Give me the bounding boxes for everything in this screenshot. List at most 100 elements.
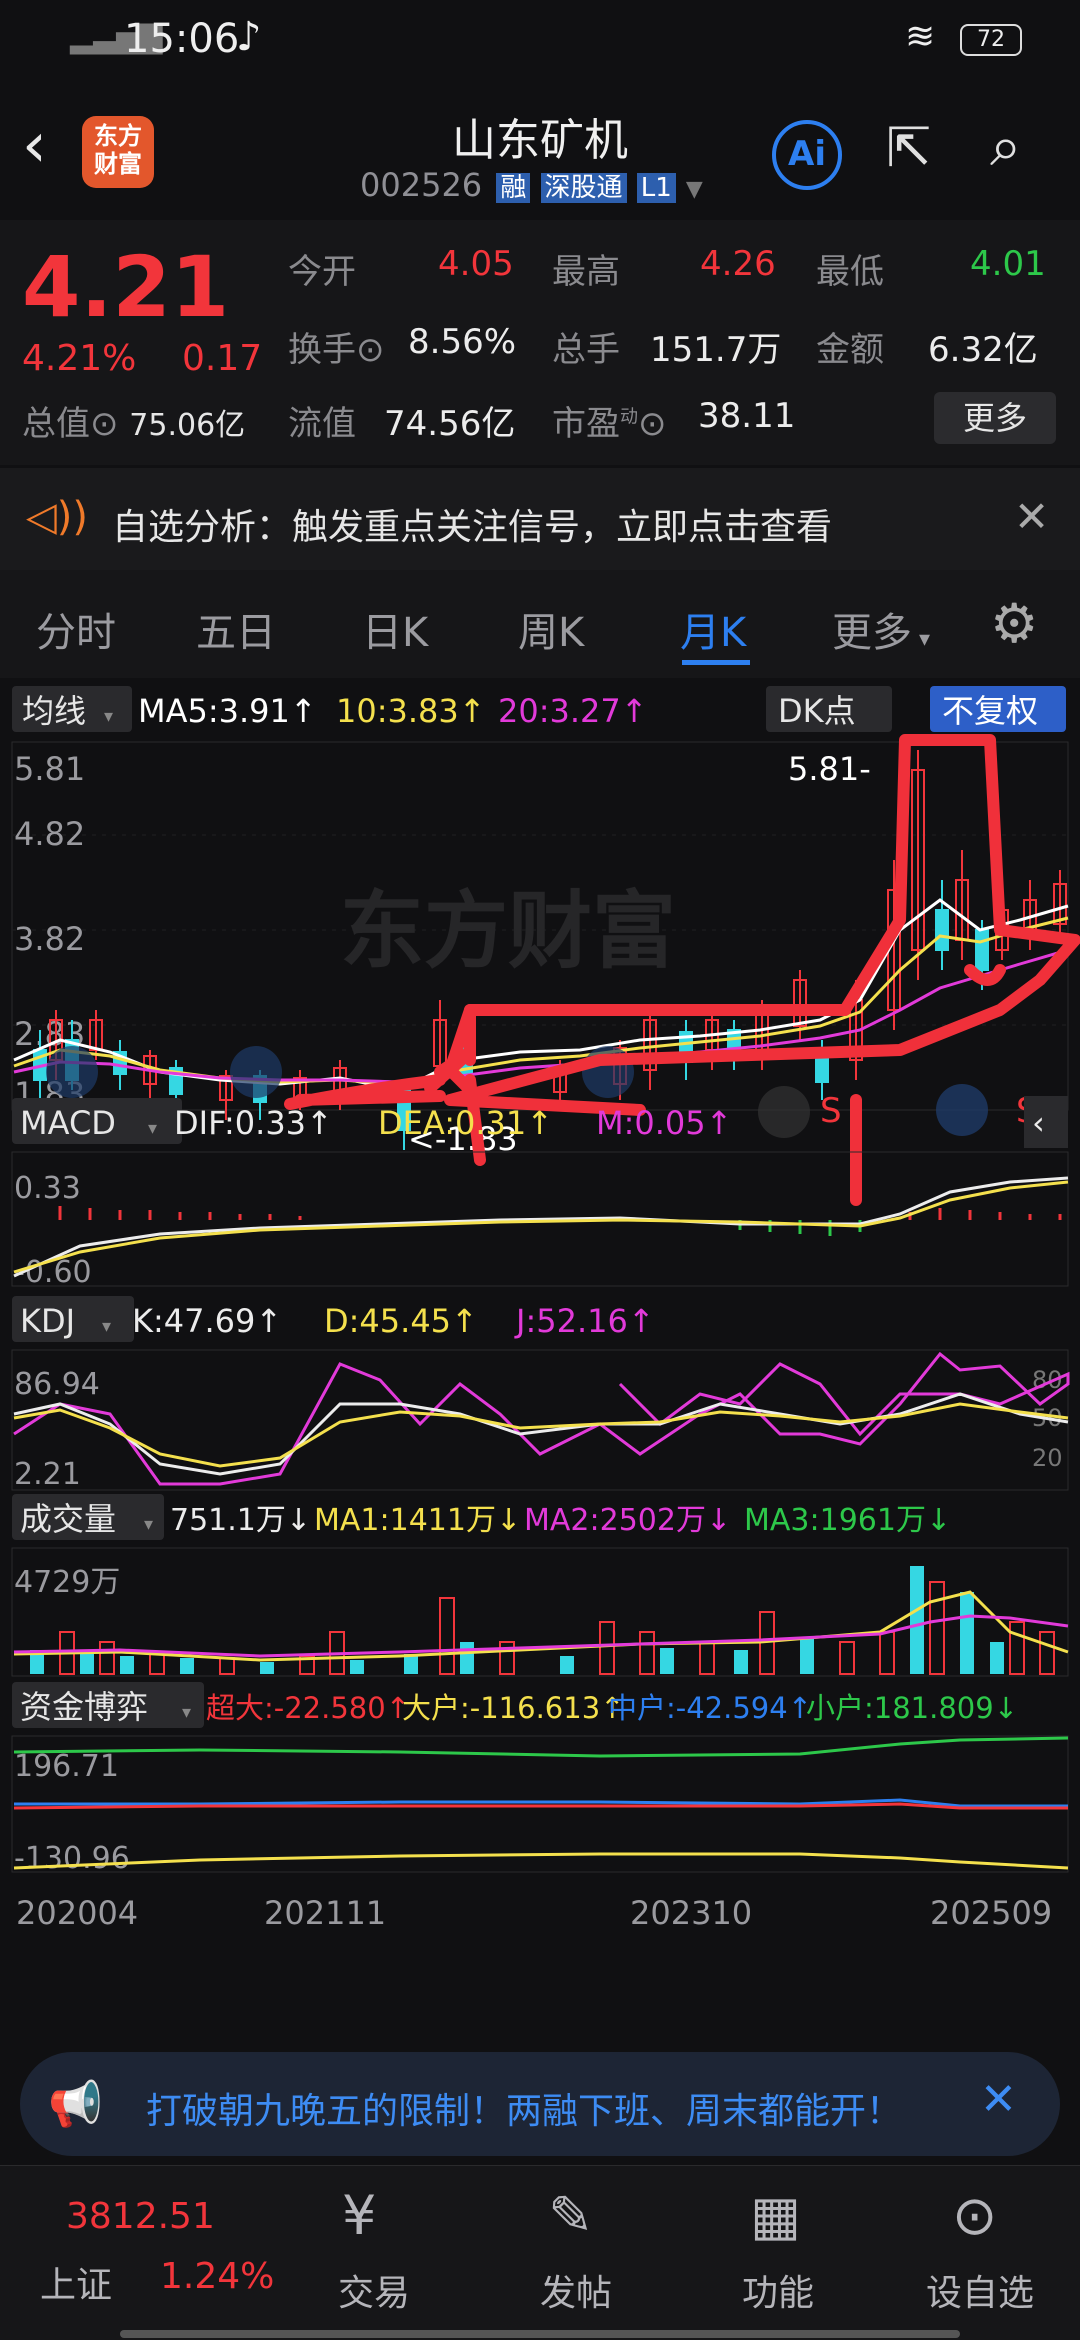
fund-label: 资金博弈 bbox=[20, 1688, 148, 1726]
fund-mid: 中户:-42.594↑ bbox=[608, 1691, 812, 1725]
fund-dropdown-icon: ▾ bbox=[182, 1702, 191, 1723]
volume-value: 751.1万↓ bbox=[170, 1503, 311, 1538]
low-value: 4.01 bbox=[970, 244, 1046, 284]
collapse-button[interactable] bbox=[1024, 1096, 1068, 1148]
ai-button[interactable]: Ai bbox=[772, 120, 842, 190]
close-icon[interactable]: ✕ bbox=[1014, 492, 1049, 541]
macd-dea: DEA:0.31↑ bbox=[378, 1104, 553, 1142]
fund-super: 超大:-22.580↑ bbox=[206, 1691, 410, 1725]
share-icon[interactable]: ⇱ bbox=[886, 116, 931, 179]
fund-big: 大户:-116.613↑ bbox=[402, 1691, 624, 1725]
kdj-bottom: 2.21 bbox=[14, 1457, 81, 1492]
active-tab-indicator bbox=[682, 660, 750, 665]
high-label: 最高 bbox=[552, 252, 620, 292]
index-name: 上证 bbox=[40, 2265, 113, 2306]
battery-icon: 72 bbox=[960, 24, 1022, 56]
sell-mark: S bbox=[820, 1091, 842, 1131]
chevron-left-icon: ‹ bbox=[1032, 1104, 1045, 1142]
x-tick: 202310 bbox=[630, 1894, 752, 1932]
macd-dif: DIF:0.33↑ bbox=[174, 1104, 333, 1142]
stock-code: 002526 bbox=[360, 166, 483, 204]
volume-dropdown-icon: ▾ bbox=[144, 1514, 153, 1535]
margin-badge: 融 bbox=[496, 173, 531, 203]
close-icon[interactable]: ✕ bbox=[980, 2074, 1017, 2125]
ma20-value: 20:3.27↑ bbox=[498, 692, 648, 730]
kdj-label: KDJ bbox=[20, 1302, 75, 1340]
quote-panel: 4.21 4.21% 0.17 总值⊙ 75.06亿 今开 4.05 最高 4.… bbox=[0, 220, 1080, 465]
volume-ma2: MA2:2502万↓ bbox=[524, 1503, 731, 1538]
float-value: 74.56亿 bbox=[384, 404, 516, 444]
ma5-value: MA5:3.91↑ bbox=[138, 692, 317, 730]
kdj-ref-20: 20 bbox=[1032, 1444, 1063, 1472]
tab-weekly-k[interactable]: 周K bbox=[518, 600, 584, 658]
x-tick: 202509 bbox=[930, 1894, 1052, 1932]
tab-five-day[interactable]: 五日 bbox=[196, 600, 276, 658]
more-button[interactable]: 更多 bbox=[934, 392, 1056, 444]
volume-label: 成交量 bbox=[20, 1500, 116, 1538]
x-tick: 202111 bbox=[264, 1894, 386, 1932]
kdj-j: J:52.16↑ bbox=[514, 1302, 655, 1340]
macd-dropdown-icon: ▾ bbox=[148, 1118, 157, 1139]
index-change: 1.24% bbox=[160, 2256, 275, 2297]
amount-label: 金额 bbox=[816, 330, 884, 370]
fullscreen-button[interactable] bbox=[936, 1084, 988, 1136]
stock-code-row[interactable]: 002526 融 深股通 L1 ▼ bbox=[360, 166, 703, 204]
open-label: 今开 bbox=[288, 252, 356, 292]
search-icon[interactable]: ⌕ bbox=[990, 114, 1021, 180]
promo-banner[interactable]: 📢 打破朝九晚五的限制！两融下班、周末都能开！ ✕ bbox=[20, 2052, 1060, 2156]
analysis-notice[interactable]: ◁)) 自选分析：触发重点关注信号，立即点击查看 ✕ bbox=[0, 468, 1080, 570]
home-indicator bbox=[120, 2330, 960, 2338]
back-icon[interactable]: ‹ bbox=[22, 108, 47, 181]
level-badge: L1 bbox=[636, 173, 676, 203]
tab-monthly-k[interactable]: 月K bbox=[680, 600, 746, 658]
macd-label: MACD bbox=[20, 1104, 116, 1142]
tab-intraday[interactable]: 分时 bbox=[36, 600, 116, 658]
zoom-out-button[interactable] bbox=[230, 1046, 282, 1098]
yen-icon: ¥ bbox=[342, 2184, 377, 2247]
change-amount: 0.17 bbox=[182, 338, 263, 379]
tab-more[interactable]: 更多 ▾ bbox=[832, 600, 930, 658]
speaker-icon: ◁)) bbox=[26, 494, 88, 540]
megaphone-icon: 📢 bbox=[48, 2079, 103, 2130]
last-price: 4.21 bbox=[22, 238, 230, 336]
pe-value: 38.11 bbox=[698, 396, 796, 436]
watermark: 东方财富 bbox=[340, 882, 676, 980]
app-screen: ▂▃▅▇ 15:06 ♪ ≋ 72 ‹ 东方 财富 山东矿机 002526 融 … bbox=[0, 0, 1080, 2340]
stock-name: 山东矿机 bbox=[452, 115, 628, 166]
kdj-top: 86.94 bbox=[14, 1367, 100, 1402]
kdj-k: K:47.69↑ bbox=[132, 1302, 282, 1340]
volume-label: 总手 bbox=[552, 330, 620, 370]
turnover-label: 换手⊙ bbox=[288, 330, 385, 370]
volume-ma3: MA3:1961万↓ bbox=[744, 1503, 951, 1538]
more-dots-icon: ⊙ bbox=[952, 2184, 998, 2247]
x-tick: 202004 bbox=[16, 1894, 138, 1932]
scroll-right-button[interactable] bbox=[758, 1086, 810, 1138]
dk-label: DK点 bbox=[778, 692, 856, 730]
wifi-icon: ≋ bbox=[905, 16, 936, 57]
fund-small: 小户:181.809↓ bbox=[806, 1691, 1018, 1725]
tab-daily-k[interactable]: 日K bbox=[362, 600, 428, 658]
macd-top: 0.33 bbox=[14, 1171, 81, 1206]
scroll-left-button[interactable] bbox=[46, 1046, 98, 1098]
chart-area: 东方财富 均线 ▾ MA5:3.91↑ 10:3.83↑ 20:3.27↑ DK… bbox=[0, 680, 1080, 2040]
y-tick: 5.81 bbox=[14, 750, 85, 788]
notice-text: 自选分析：触发重点关注信号，立即点击查看 bbox=[112, 507, 833, 548]
kdj-d: D:45.45↑ bbox=[324, 1302, 478, 1340]
status-time: 15:06 bbox=[124, 16, 240, 62]
ma-dropdown-icon: ▾ bbox=[104, 706, 113, 727]
kdj-dropdown-icon: ▾ bbox=[102, 1316, 111, 1337]
stock-header: ‹ 东方 财富 山东矿机 002526 融 深股通 L1 ▼ Ai ⇱ ⌕ bbox=[0, 90, 1080, 220]
adjust-label: 不复权 bbox=[942, 692, 1038, 730]
volume-top: 4729万 bbox=[14, 1565, 120, 1600]
y-tick: 3.82 bbox=[14, 920, 85, 958]
dropdown-icon: ▼ bbox=[685, 177, 703, 202]
market-cap: 总值⊙ 75.06亿 bbox=[22, 404, 246, 444]
pe-label: 市盈动⊙ bbox=[552, 404, 667, 444]
gear-icon[interactable]: ⚙ bbox=[990, 592, 1038, 655]
open-value: 4.05 bbox=[438, 244, 514, 284]
volume-ma1: MA1:1411万↓ bbox=[314, 1503, 521, 1538]
turnover-value: 8.56% bbox=[408, 322, 517, 362]
high-value: 4.26 bbox=[700, 244, 776, 284]
change-percent: 4.21% bbox=[22, 338, 137, 379]
volume-value: 151.7万 bbox=[650, 330, 782, 370]
